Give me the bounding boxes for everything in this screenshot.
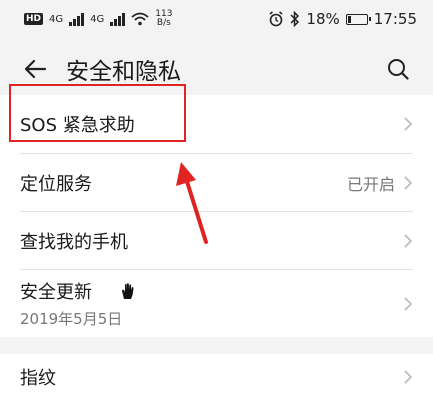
signal-1-label: 4G [49,13,64,25]
chevron-right-icon [404,296,413,311]
hand-cursor-icon [122,283,134,299]
battery-percent: 18% [306,10,340,28]
red-arrow-icon [176,162,208,244]
settings-card-fingerprint: 指纹 [0,354,433,400]
search-icon [388,59,409,80]
wifi-icon [131,12,149,26]
settings-item-fingerprint[interactable]: 指纹 [0,354,433,400]
chevron-right-icon [404,233,413,248]
status-bar: HD 4G 4G 113 B/s 18% 17:55 [0,0,433,38]
status-right: 18% 17:55 [268,10,417,28]
settings-item-value: 已开启 [346,174,395,194]
back-button[interactable] [18,52,52,86]
settings-item-text: 安全更新 2019年5月5日 [20,278,403,329]
settings-item-location[interactable]: 定位服务 已开启 [0,154,433,211]
chevron-right-icon [404,117,413,131]
chevron-right-icon [404,370,413,384]
network-speed: 113 B/s [155,10,172,28]
alarm-icon [269,11,283,27]
settings-item-label: 安全更新 [20,282,92,303]
chevron-right-icon [404,175,413,190]
page-title: 安全和隐私 [66,59,181,85]
signal-strength-2-icon [110,12,126,26]
signal-2-label: 4G [90,13,105,25]
speed-unit: B/s [156,18,171,28]
settings-item-sublabel: 2019年5月5日 [20,310,123,328]
signal-strength-icon [69,12,85,26]
settings-item-find-my-phone[interactable]: 查找我的手机 [0,212,433,269]
settings-item-label: 指纹 [20,368,56,389]
battery-icon [345,13,371,25]
back-arrow-icon [24,59,47,79]
hd-badge: HD [24,13,44,25]
search-button[interactable] [381,52,415,86]
clock: 17:55 [373,10,417,28]
status-left: HD 4G 4G 113 B/s [24,10,172,28]
settings-item-security-update[interactable]: 安全更新 2019年5月5日 [0,270,433,337]
bluetooth-icon [290,11,300,27]
highlight-box [9,84,186,142]
